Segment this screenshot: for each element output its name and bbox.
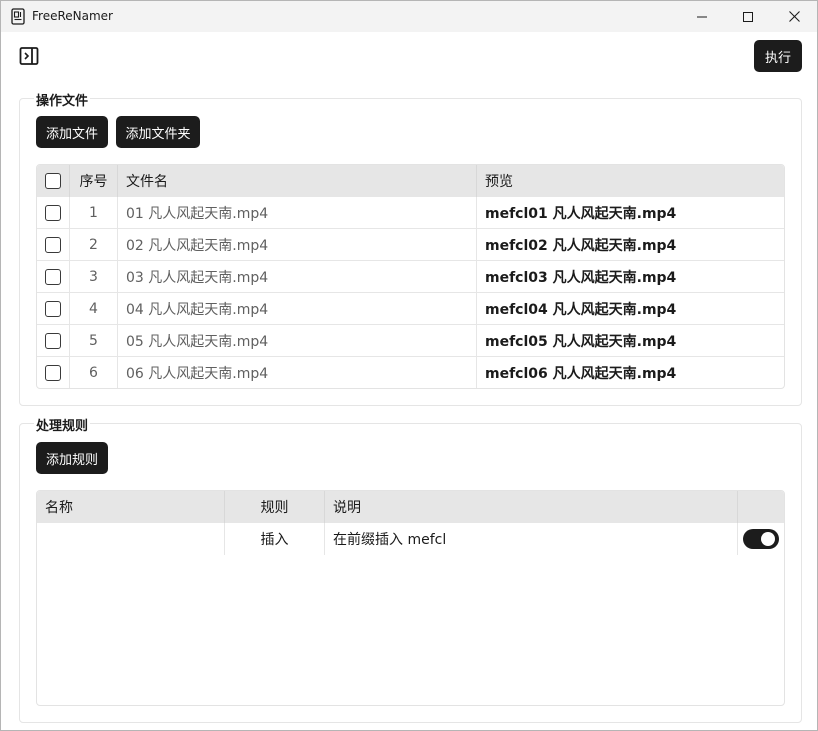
row-index: 3 xyxy=(70,261,118,292)
row-preview: mefcl04 凡人风起天南.mp4 xyxy=(485,301,677,318)
table-row[interactable]: 2 02 凡人风起天南.mp4 mefcl02 凡人风起天南.mp4 xyxy=(37,229,784,261)
row-select-cell xyxy=(37,325,70,356)
column-header-rule: 规则 xyxy=(225,491,325,523)
rules-group-title: 处理规则 xyxy=(34,415,91,434)
minimize-button[interactable] xyxy=(679,1,725,32)
select-all-cell xyxy=(37,165,70,197)
row-filename: 06 凡人风起天南.mp4 xyxy=(118,357,477,388)
minimize-icon xyxy=(697,16,707,17)
row-filename: 03 凡人风起天南.mp4 xyxy=(118,261,477,292)
column-header-index: 序号 xyxy=(70,165,118,197)
row-preview: mefcl06 凡人风起天南.mp4 xyxy=(485,366,677,382)
column-header-preview: 预览 xyxy=(485,174,513,190)
table-row[interactable]: 5 05 凡人风起天南.mp4 mefcl05 凡人风起天南.mp4 xyxy=(37,325,784,357)
row-select-cell xyxy=(37,261,70,292)
column-header-filename: 文件名 xyxy=(118,165,477,197)
rule-enabled-toggle[interactable] xyxy=(743,529,779,549)
add-files-button[interactable]: 添加文件 xyxy=(36,116,108,148)
rule-name xyxy=(37,523,225,555)
table-row[interactable]: 6 06 凡人风起天南.mp4 mefcl06 凡人风起天南.mp4 xyxy=(37,357,784,388)
row-select-cell xyxy=(37,229,70,260)
row-preview: mefcl02 凡人风起天南.mp4 xyxy=(485,237,677,254)
app-icon xyxy=(11,8,25,25)
row-index: 4 xyxy=(70,293,118,324)
window-title: FreeReNamer xyxy=(32,9,113,23)
row-checkbox[interactable] xyxy=(45,332,61,349)
row-filename: 02 凡人风起天南.mp4 xyxy=(118,229,477,260)
title-bar[interactable]: FreeReNamer xyxy=(1,1,817,32)
row-checkbox[interactable] xyxy=(45,204,61,221)
row-checkbox[interactable] xyxy=(45,300,61,317)
maximize-icon xyxy=(743,11,753,22)
row-filename: 01 凡人风起天南.mp4 xyxy=(118,197,477,228)
rule-toggle-cell xyxy=(738,523,784,555)
row-preview: mefcl03 凡人风起天南.mp4 xyxy=(485,269,677,286)
row-filename: 04 凡人风起天南.mp4 xyxy=(118,293,477,324)
rule-description: 在前缀插入 mefcl xyxy=(325,523,738,555)
close-icon xyxy=(788,11,800,22)
files-table: 序号 文件名 预览 1 01 凡人风起天南.mp4 mefcl01 凡人风起天南… xyxy=(36,164,785,389)
column-header-enabled xyxy=(738,491,784,523)
row-filename: 05 凡人风起天南.mp4 xyxy=(118,325,477,356)
column-header-description: 说明 xyxy=(325,491,738,523)
column-header-name: 名称 xyxy=(37,491,225,523)
row-select-cell xyxy=(37,357,70,388)
table-row[interactable]: 4 04 凡人风起天南.mp4 mefcl04 凡人风起天南.mp4 xyxy=(37,293,784,325)
row-index: 5 xyxy=(70,325,118,356)
table-row[interactable]: 3 03 凡人风起天南.mp4 mefcl03 凡人风起天南.mp4 xyxy=(37,261,784,293)
row-checkbox[interactable] xyxy=(45,268,61,285)
row-index: 2 xyxy=(70,229,118,260)
rules-table: 名称 规则 说明 插入 在前缀插入 mefcl xyxy=(36,490,785,706)
files-table-header: 序号 文件名 预览 xyxy=(37,165,784,197)
add-rule-button[interactable]: 添加规则 xyxy=(36,442,108,474)
sidebar-toggle-icon[interactable] xyxy=(19,46,39,66)
row-select-cell xyxy=(37,293,70,324)
row-checkbox[interactable] xyxy=(45,236,61,253)
toggle-knob xyxy=(761,532,775,546)
rule-row[interactable]: 插入 在前缀插入 mefcl xyxy=(37,523,784,555)
row-select-cell xyxy=(37,197,70,228)
run-button[interactable]: 执行 xyxy=(754,40,802,72)
rules-table-header: 名称 规则 说明 xyxy=(37,491,784,523)
row-checkbox[interactable] xyxy=(45,365,61,381)
rule-type: 插入 xyxy=(225,523,325,555)
select-all-checkbox[interactable] xyxy=(45,173,61,189)
close-button[interactable] xyxy=(771,1,817,32)
row-index: 6 xyxy=(70,357,118,388)
row-preview: mefcl01 凡人风起天南.mp4 xyxy=(485,205,677,222)
table-row[interactable]: 1 01 凡人风起天南.mp4 mefcl01 凡人风起天南.mp4 xyxy=(37,197,784,229)
files-group-title: 操作文件 xyxy=(34,90,91,109)
row-preview: mefcl05 凡人风起天南.mp4 xyxy=(485,333,677,350)
add-folder-button[interactable]: 添加文件夹 xyxy=(116,116,200,148)
app-window: FreeReNamer 执行 操作文件 添加文件 添加文件夹 序号 文件名 预览… xyxy=(0,0,818,731)
row-index: 1 xyxy=(70,197,118,228)
maximize-button[interactable] xyxy=(725,1,771,32)
